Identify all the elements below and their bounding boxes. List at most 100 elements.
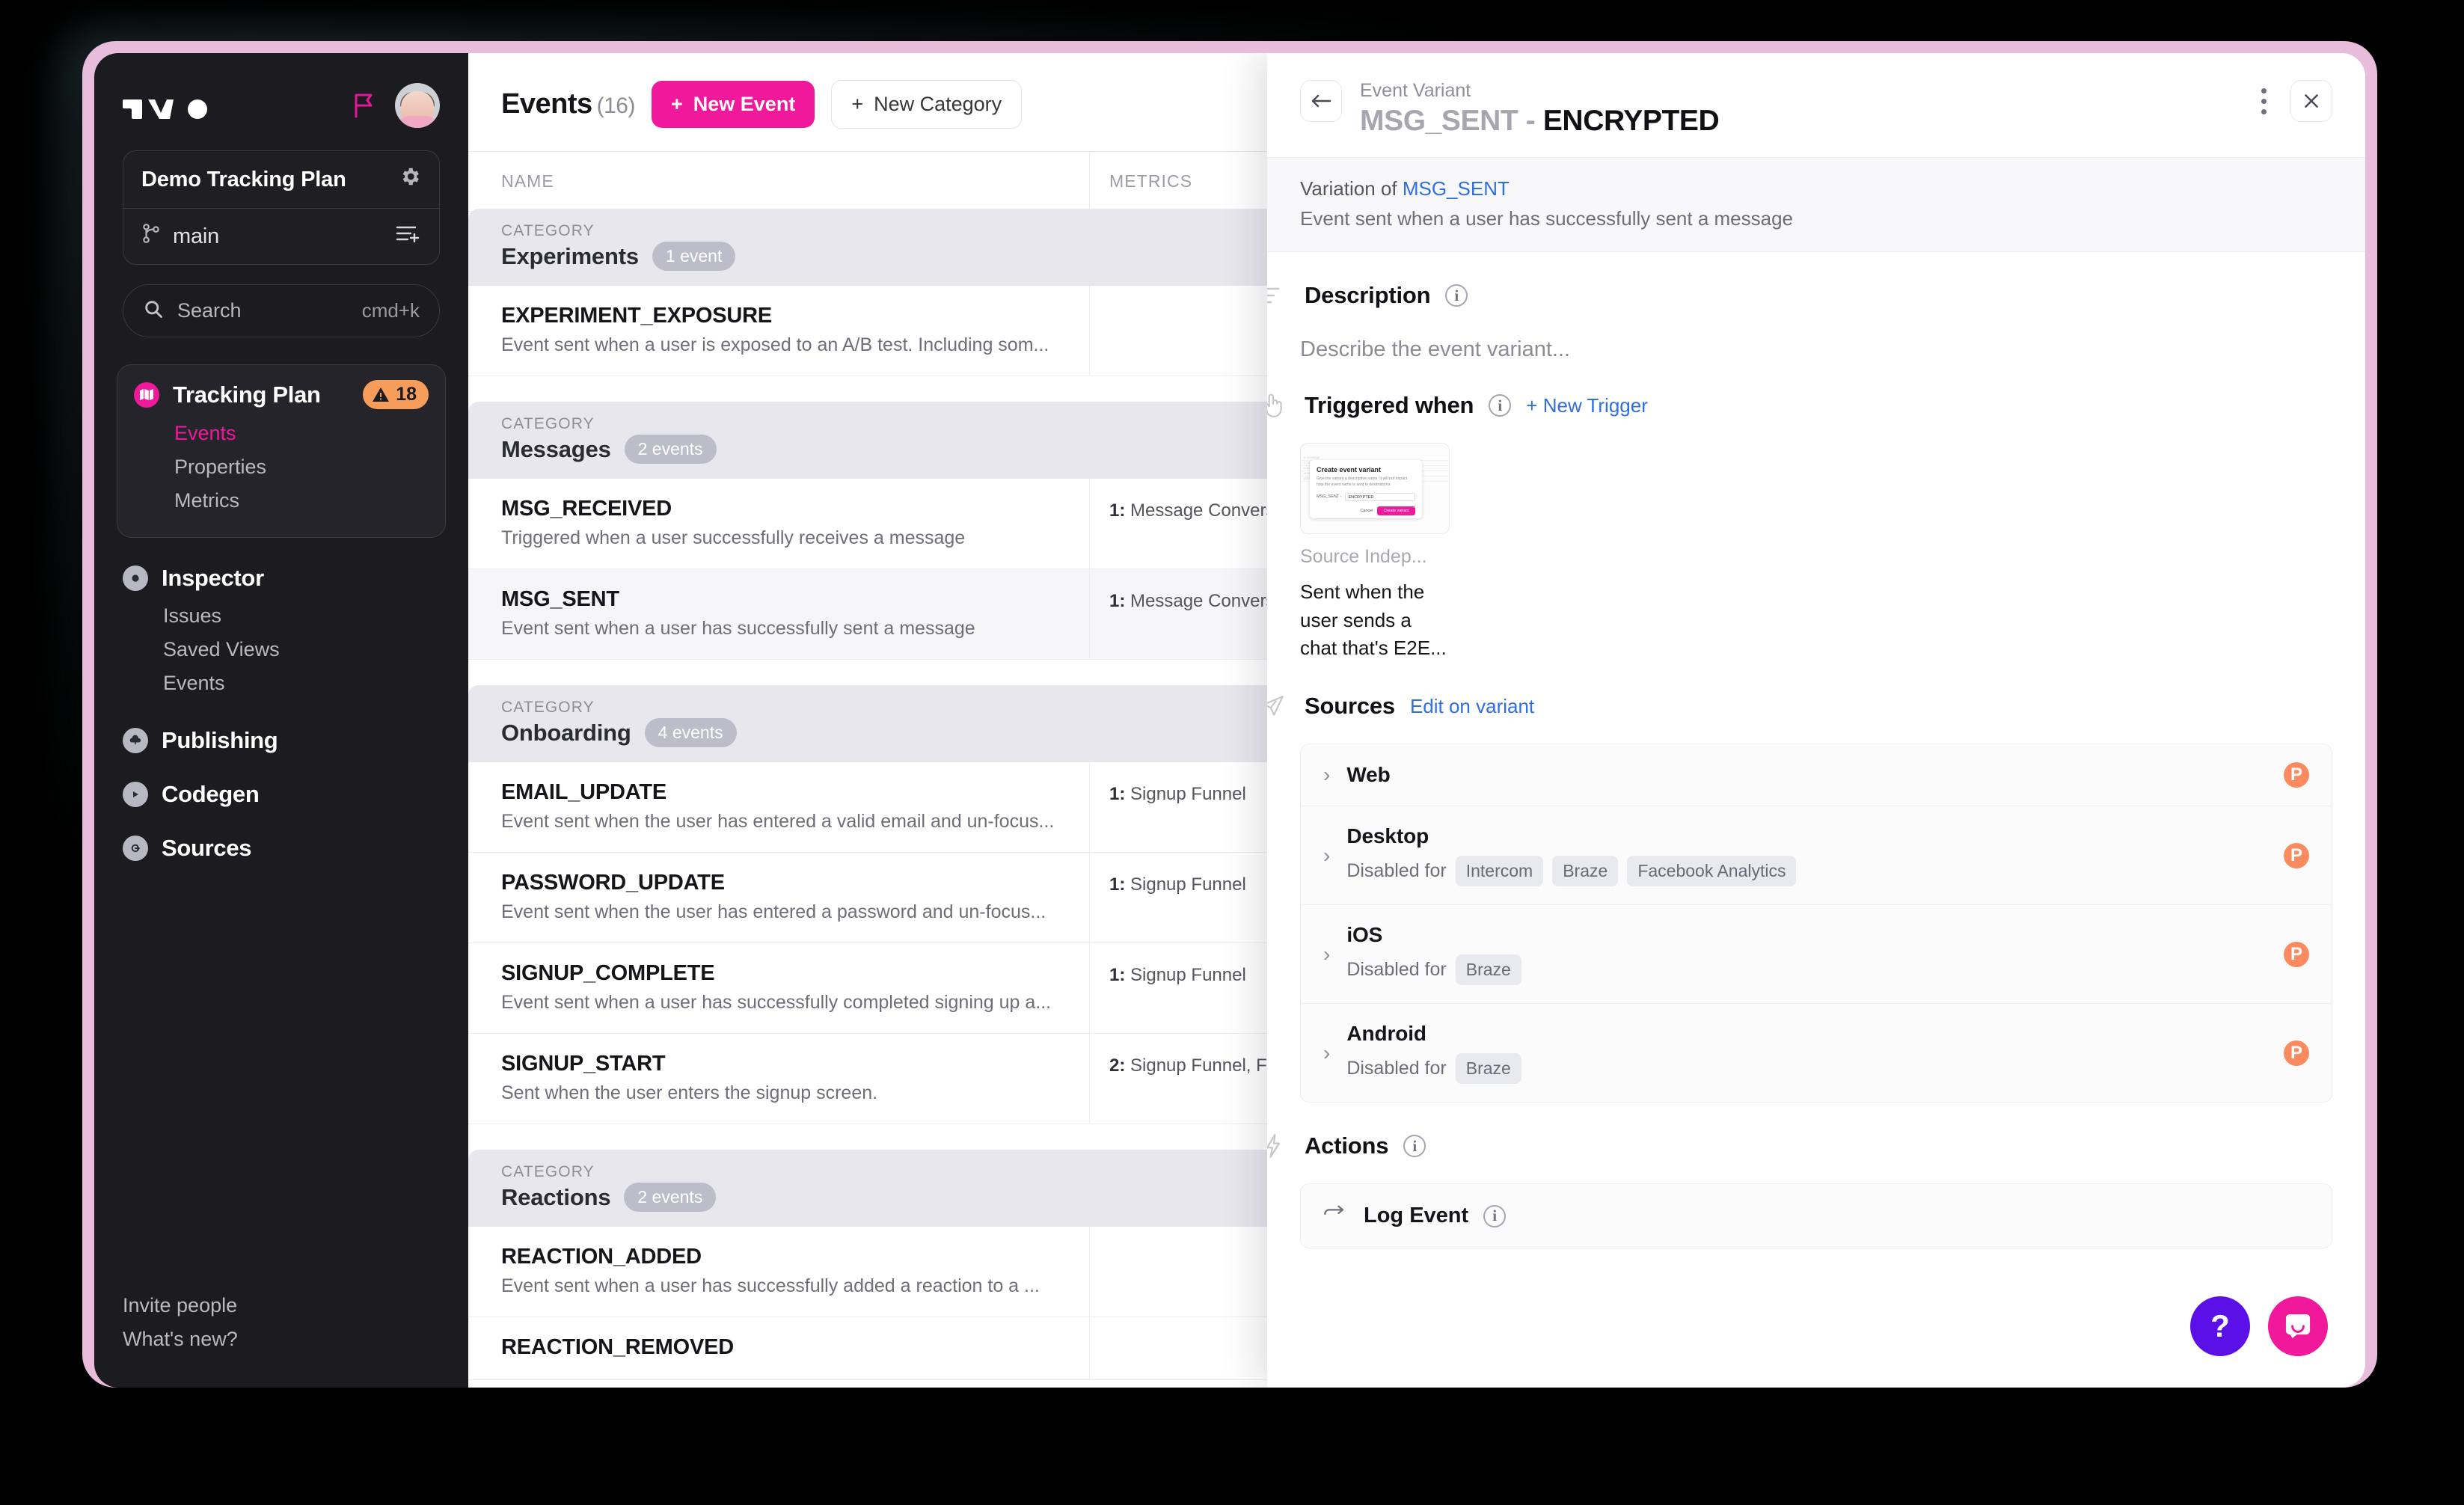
detail-kicker: Event Variant — [1360, 80, 1471, 101]
source-row-ios[interactable]: › iOS Disabled for Braze P — [1301, 905, 2332, 1005]
branch-name: main — [173, 224, 220, 248]
source-row-android[interactable]: › Android Disabled for Braze P — [1301, 1004, 2332, 1103]
trigger-thumb-modal-body: Give the variant a descriptive name. It … — [1317, 476, 1408, 487]
new-trigger-link[interactable]: + New Trigger — [1526, 394, 1648, 417]
events-count: (16) — [596, 94, 636, 118]
cloud-upload-icon — [123, 728, 148, 753]
sidebar-item-inspector-events[interactable]: Events — [163, 666, 440, 700]
whats-new-link[interactable]: What's new? — [123, 1322, 238, 1356]
disabled-for-label: Disabled for — [1346, 1058, 1447, 1079]
disabled-for-label: Disabled for — [1346, 860, 1447, 882]
search-icon — [143, 298, 164, 323]
variation-of-line: Variation of MSG_SENT — [1300, 177, 2332, 200]
sidebar-item-sources[interactable]: Sources — [123, 835, 440, 862]
trigger-thumb-modal-title: Create event variant — [1317, 466, 1382, 473]
plan-selector[interactable]: Demo Tracking Plan — [123, 151, 439, 208]
avatar[interactable] — [395, 83, 440, 128]
sidebar-item-publishing[interactable]: Publishing — [123, 727, 440, 754]
column-header-name: NAME — [501, 171, 554, 191]
event-description: Triggered when a user successfully recei… — [501, 527, 966, 548]
event-metrics-text: Signup Funnel — [1130, 874, 1246, 895]
trigger-thumbnail[interactable]: a message 1: Message Conversion Funnel e… — [1300, 443, 1450, 534]
disabled-destination-tag: Braze — [1552, 856, 1619, 887]
event-name: SIGNUP_START — [501, 1052, 666, 1076]
actions-heading: Actions — [1305, 1132, 1389, 1159]
chevron-right-icon[interactable]: › — [1323, 845, 1330, 866]
page-title: Events (16) — [501, 88, 635, 120]
chat-button[interactable] — [2268, 1296, 2328, 1356]
description-lines-icon — [1267, 279, 1290, 312]
back-button[interactable] — [1300, 80, 1342, 122]
arrow-circle-icon — [123, 836, 148, 861]
sidebar-item-codegen[interactable]: Codegen — [123, 781, 440, 808]
category-count: 2 events — [624, 1183, 717, 1212]
app-window: Demo Tracking Plan main Search cmd+k Tra… — [94, 53, 2365, 1388]
tracking-plan-card: Demo Tracking Plan main — [123, 150, 440, 265]
detail-title-variant: ENCRYPTED — [1542, 105, 1720, 137]
event-description: Event sent when the user has entered a v… — [501, 811, 1055, 832]
detail-body[interactable]: Description i Describe the event variant… — [1267, 252, 2365, 1388]
info-icon[interactable]: i — [1403, 1135, 1426, 1158]
map-icon — [134, 381, 159, 408]
issues-badge[interactable]: 18 — [363, 380, 429, 409]
source-row-web[interactable]: › Web P — [1301, 744, 2332, 807]
avo-logo[interactable] — [123, 91, 211, 120]
sidebar-group-inspector: Inspector Issues Saved Views Events — [123, 565, 440, 700]
trigger-thumb-confirm: Create variant — [1377, 506, 1415, 515]
info-icon[interactable]: i — [1489, 394, 1512, 417]
sidebar-footer: Invite people What's new? — [123, 1289, 238, 1356]
close-icon[interactable] — [2290, 80, 2332, 122]
category-name: Reactions — [501, 1183, 611, 1210]
new-event-button[interactable]: + New Event — [651, 81, 815, 128]
source-badge: P — [2284, 762, 2309, 788]
sidebar-item-inspector[interactable]: Inspector — [123, 565, 440, 592]
search-input[interactable]: Search cmd+k — [123, 284, 440, 337]
new-category-button[interactable]: + New Category — [831, 80, 1023, 129]
event-metrics-count: 1: — [1109, 500, 1126, 521]
sidebar-item-properties[interactable]: Properties — [174, 450, 429, 484]
event-metrics-text: Signup Funnel — [1130, 784, 1246, 804]
more-options-icon[interactable] — [2254, 81, 2274, 122]
chevron-right-icon[interactable]: › — [1323, 943, 1330, 965]
window-frame: Demo Tracking Plan main Search cmd+k Tra… — [82, 41, 2377, 1388]
invite-people-link[interactable]: Invite people — [123, 1289, 237, 1322]
source-name: Android — [1346, 1022, 1426, 1046]
description-heading-row: Description i — [1267, 252, 2332, 312]
source-badge: P — [2284, 941, 2309, 967]
action-row-log-event[interactable]: Log Event i — [1323, 1204, 2309, 1228]
description-input[interactable]: Describe the event variant... — [1300, 312, 2332, 362]
sidebar-group-title: Sources — [162, 835, 252, 861]
plus-icon: + — [851, 93, 864, 115]
sidebar-item-saved-views[interactable]: Saved Views — [163, 633, 440, 666]
source-row-desktop[interactable]: › Desktop Disabled for Intercom Braze Fa… — [1301, 806, 2332, 906]
sources-heading: Sources — [1305, 693, 1395, 720]
edit-on-variant-link[interactable]: Edit on variant — [1410, 695, 1534, 718]
source-name: Web — [1346, 763, 1391, 787]
screenshot-stage: Demo Tracking Plan main Search cmd+k Tra… — [0, 0, 2464, 1505]
help-button[interactable]: ? — [2190, 1296, 2250, 1356]
chevron-right-icon[interactable]: › — [1323, 1042, 1330, 1064]
actions-list: Log Event i — [1300, 1183, 2332, 1249]
sources-list: › Web P › Desktop Disabled for Intercom … — [1300, 744, 2332, 1103]
flag-icon[interactable] — [353, 93, 376, 118]
trigger-card[interactable]: a message 1: Message Conversion Funnel e… — [1300, 443, 1450, 663]
sidebar-group-publishing: Publishing — [123, 727, 440, 754]
info-icon[interactable]: i — [1483, 1204, 1507, 1227]
plan-name: Demo Tracking Plan — [141, 167, 346, 191]
sources-heading-row: Sources Edit on variant — [1267, 663, 2332, 723]
gear-icon[interactable] — [399, 165, 421, 194]
sidebar-item-metrics[interactable]: Metrics — [174, 484, 429, 518]
branch-selector[interactable]: main — [123, 208, 439, 264]
variation-parent-link[interactable]: MSG_SENT — [1403, 177, 1510, 200]
chevron-right-icon[interactable]: › — [1323, 764, 1330, 785]
sidebar-item-tracking-plan[interactable]: Tracking Plan 18 — [134, 380, 429, 409]
sidebar-top-actions — [353, 83, 440, 128]
trigger-source-label: Source Indep... — [1300, 546, 1427, 567]
detail-header-actions — [2254, 80, 2332, 122]
sidebar-item-events[interactable]: Events — [174, 417, 429, 450]
lightning-bolt-icon — [1267, 1129, 1290, 1162]
source-disabled-list: Disabled for Braze — [1346, 954, 1521, 986]
info-icon[interactable]: i — [1445, 284, 1468, 307]
new-branch-icon[interactable] — [396, 223, 421, 250]
sidebar-item-issues[interactable]: Issues — [163, 599, 440, 633]
